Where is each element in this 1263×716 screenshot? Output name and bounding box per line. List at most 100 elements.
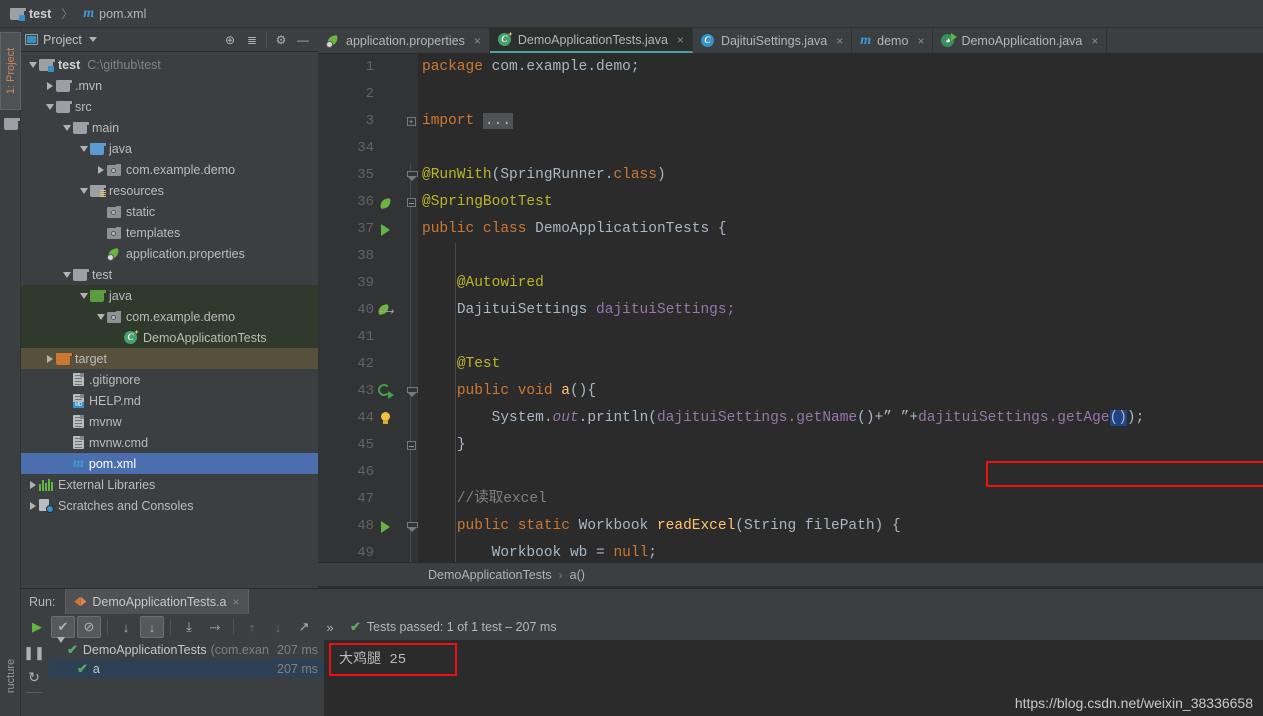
test-row-demoapplicationtests[interactable]: ✔ DemoApplicationTests (com.exan 207 ms	[49, 636, 324, 659]
editor-tab-dajituisettings-java[interactable]: C DajituiSettings.java ×	[693, 28, 853, 53]
fold-collapse-start-icon[interactable]	[402, 378, 420, 405]
sort-by-duration-button[interactable]: ↓	[140, 616, 164, 638]
prev-failed-button[interactable]: ↑	[240, 616, 264, 638]
project-name-label[interactable]: test	[29, 7, 51, 21]
show-passed-toggle[interactable]: ✔	[51, 616, 75, 638]
mute-breakpoints-icon[interactable]: ❚❚	[22, 642, 46, 664]
favorites-folder-icon[interactable]	[4, 118, 21, 130]
chevron-down-icon[interactable]	[57, 636, 65, 657]
chevron-right-icon[interactable]	[95, 159, 107, 180]
file-name-label[interactable]: pom.xml	[99, 7, 146, 21]
project-panel-title[interactable]: Project	[43, 33, 82, 47]
tree-item-java[interactable]: java	[21, 285, 318, 306]
breadcrumb-class[interactable]: DemoApplicationTests	[428, 568, 552, 582]
code-line-3[interactable]: 3 + import ...	[318, 108, 1263, 135]
tree-item-static[interactable]: static	[21, 201, 318, 222]
code-line-39[interactable]: 39 @Autowired	[318, 270, 1263, 297]
chevron-down-icon[interactable]	[44, 96, 56, 117]
editor-tab-demoapplicationtests-java[interactable]: C DemoApplicationTests.java ×	[489, 28, 693, 53]
show-ignored-toggle[interactable]: ⊘	[77, 616, 101, 638]
code-line-41[interactable]: 41	[318, 324, 1263, 351]
locate-icon[interactable]: ⊕	[219, 30, 241, 50]
tree-item--mvn[interactable]: .mvn	[21, 75, 318, 96]
chevron-right-icon[interactable]	[44, 75, 56, 96]
editor-breadcrumb[interactable]: DemoApplicationTests › a()	[318, 562, 1263, 586]
project-tree[interactable]: test C:\github\test .mvn src main java com.exa…	[21, 52, 318, 587]
tree-item-mvnw[interactable]: mvnw	[21, 411, 318, 432]
chevron-down-icon[interactable]	[78, 285, 90, 306]
chevron-down-icon[interactable]	[61, 117, 73, 138]
fold-collapse-start-icon[interactable]	[402, 513, 420, 540]
tree-item-java[interactable]: java	[21, 138, 318, 159]
rerun-icon[interactable]	[376, 378, 394, 405]
collapse-all-button[interactable]: ⤑	[203, 616, 227, 638]
tree-item-application-properties[interactable]: application.properties	[21, 243, 318, 264]
close-icon[interactable]: ×	[233, 595, 240, 609]
close-icon[interactable]: ×	[677, 33, 684, 47]
sort-alphabetically-button[interactable]: ↓	[114, 616, 138, 638]
test-row-a[interactable]: ✔ a 207 ms	[49, 659, 324, 678]
chevron-right-icon[interactable]	[44, 348, 56, 369]
test-results-tree[interactable]: ✔ DemoApplicationTests (com.exan 207 ms ✔ a 20…	[49, 636, 325, 716]
fold-expand-icon[interactable]: +	[402, 108, 420, 135]
tree-item-resources[interactable]: resources	[21, 180, 318, 201]
code-line-36[interactable]: 36 @SpringBootTest	[318, 189, 1263, 216]
code-line-46[interactable]: 46	[318, 459, 1263, 486]
tree-item-test[interactable]: test	[21, 264, 318, 285]
spring-leaf-icon[interactable]	[376, 189, 394, 216]
editor-tab-bar[interactable]: application.properties × C DemoApplicationT…	[318, 28, 1263, 54]
restart-icon[interactable]: ↻	[22, 666, 46, 688]
tree-item-com-example-demo[interactable]: com.example.demo	[21, 306, 318, 327]
tree-item--gitignore[interactable]: .gitignore	[21, 369, 318, 390]
code-line-1[interactable]: 1 package com.example.demo;	[318, 54, 1263, 81]
close-icon[interactable]: ×	[1091, 34, 1098, 48]
tree-item-test[interactable]: test C:\github\test	[21, 54, 318, 75]
tree-item-pom-xml[interactable]: m pom.xml	[21, 453, 318, 474]
run-test-icon[interactable]	[376, 216, 394, 243]
tree-item-help-md[interactable]: MD HELP.md	[21, 390, 318, 411]
breadcrumb-method[interactable]: a()	[570, 568, 585, 582]
close-icon[interactable]: ×	[836, 34, 843, 48]
code-line-48[interactable]: 48 public static Workbook readExcel(Stri…	[318, 513, 1263, 540]
close-icon[interactable]: ×	[917, 34, 924, 48]
fold-collapse-start-icon[interactable]	[402, 162, 420, 189]
run-method-icon[interactable]	[376, 513, 394, 540]
code-line-44[interactable]: 44 System.out.println(dajituiSettings.ge…	[318, 405, 1263, 432]
sidebar-item-project-tab[interactable]: 1: Project	[0, 32, 21, 110]
run-toolbar[interactable]: ▶ ✔ ⊘ ↓ ↓ ⤓ ⤑ ↑ ↓ ↗» ✔ Tests passed: 1 of 1 test – …	[21, 614, 1263, 640]
chevron-down-icon[interactable]	[88, 37, 97, 42]
tree-item-src[interactable]: src	[21, 96, 318, 117]
tree-item-main[interactable]: main	[21, 117, 318, 138]
run-side-toolbar[interactable]: ❚❚ ↻	[21, 640, 49, 716]
tree-item-templates[interactable]: templates	[21, 222, 318, 243]
console-output-pane[interactable]: 大鸡腿 25 https://blog.csdn.net/weixin_3833…	[325, 640, 1263, 716]
chevron-down-icon[interactable]	[27, 54, 39, 75]
more-button[interactable]: »	[318, 616, 342, 638]
editor-tab-demoapplication-java[interactable]: ◕ DemoApplication.java ×	[933, 28, 1108, 53]
code-line-45[interactable]: 45 }	[318, 432, 1263, 459]
chevron-down-icon[interactable]	[95, 306, 107, 327]
export-button[interactable]: ↗	[292, 616, 316, 638]
code-editor[interactable]: 1 package com.example.demo; 2 3 + import ... 3…	[318, 54, 1263, 564]
code-line-35[interactable]: 35 @RunWith(SpringRunner.class)	[318, 162, 1263, 189]
close-icon[interactable]: ×	[474, 34, 481, 48]
tree-item-com-example-demo[interactable]: com.example.demo	[21, 159, 318, 180]
sidebar-item-structure-tab[interactable]: ructure	[0, 640, 21, 712]
code-line-43[interactable]: 43 public void a(){	[318, 378, 1263, 405]
tree-item-target[interactable]: target	[21, 348, 318, 369]
chevron-right-icon[interactable]	[27, 495, 39, 516]
fold-collapse-end-icon[interactable]	[402, 432, 420, 459]
rerun-button[interactable]: ▶	[25, 616, 49, 638]
tree-item-mvnw-cmd[interactable]: mvnw.cmd	[21, 432, 318, 453]
code-line-34[interactable]: 34	[318, 135, 1263, 162]
tree-item-scratches-and-consoles[interactable]: Scratches and Consoles	[21, 495, 318, 516]
lightbulb-icon[interactable]	[376, 405, 394, 432]
expand-all-button[interactable]: ⤓	[177, 616, 201, 638]
tree-item-external-libraries[interactable]: External Libraries	[21, 474, 318, 495]
hide-icon[interactable]: —	[292, 30, 314, 50]
run-config-tab[interactable]: DemoApplicationTests.a ×	[65, 589, 249, 614]
collapse-all-icon[interactable]: ≣	[241, 30, 263, 50]
code-line-2[interactable]: 2	[318, 81, 1263, 108]
next-failed-button[interactable]: ↓	[266, 616, 290, 638]
chevron-right-icon[interactable]	[27, 474, 39, 495]
